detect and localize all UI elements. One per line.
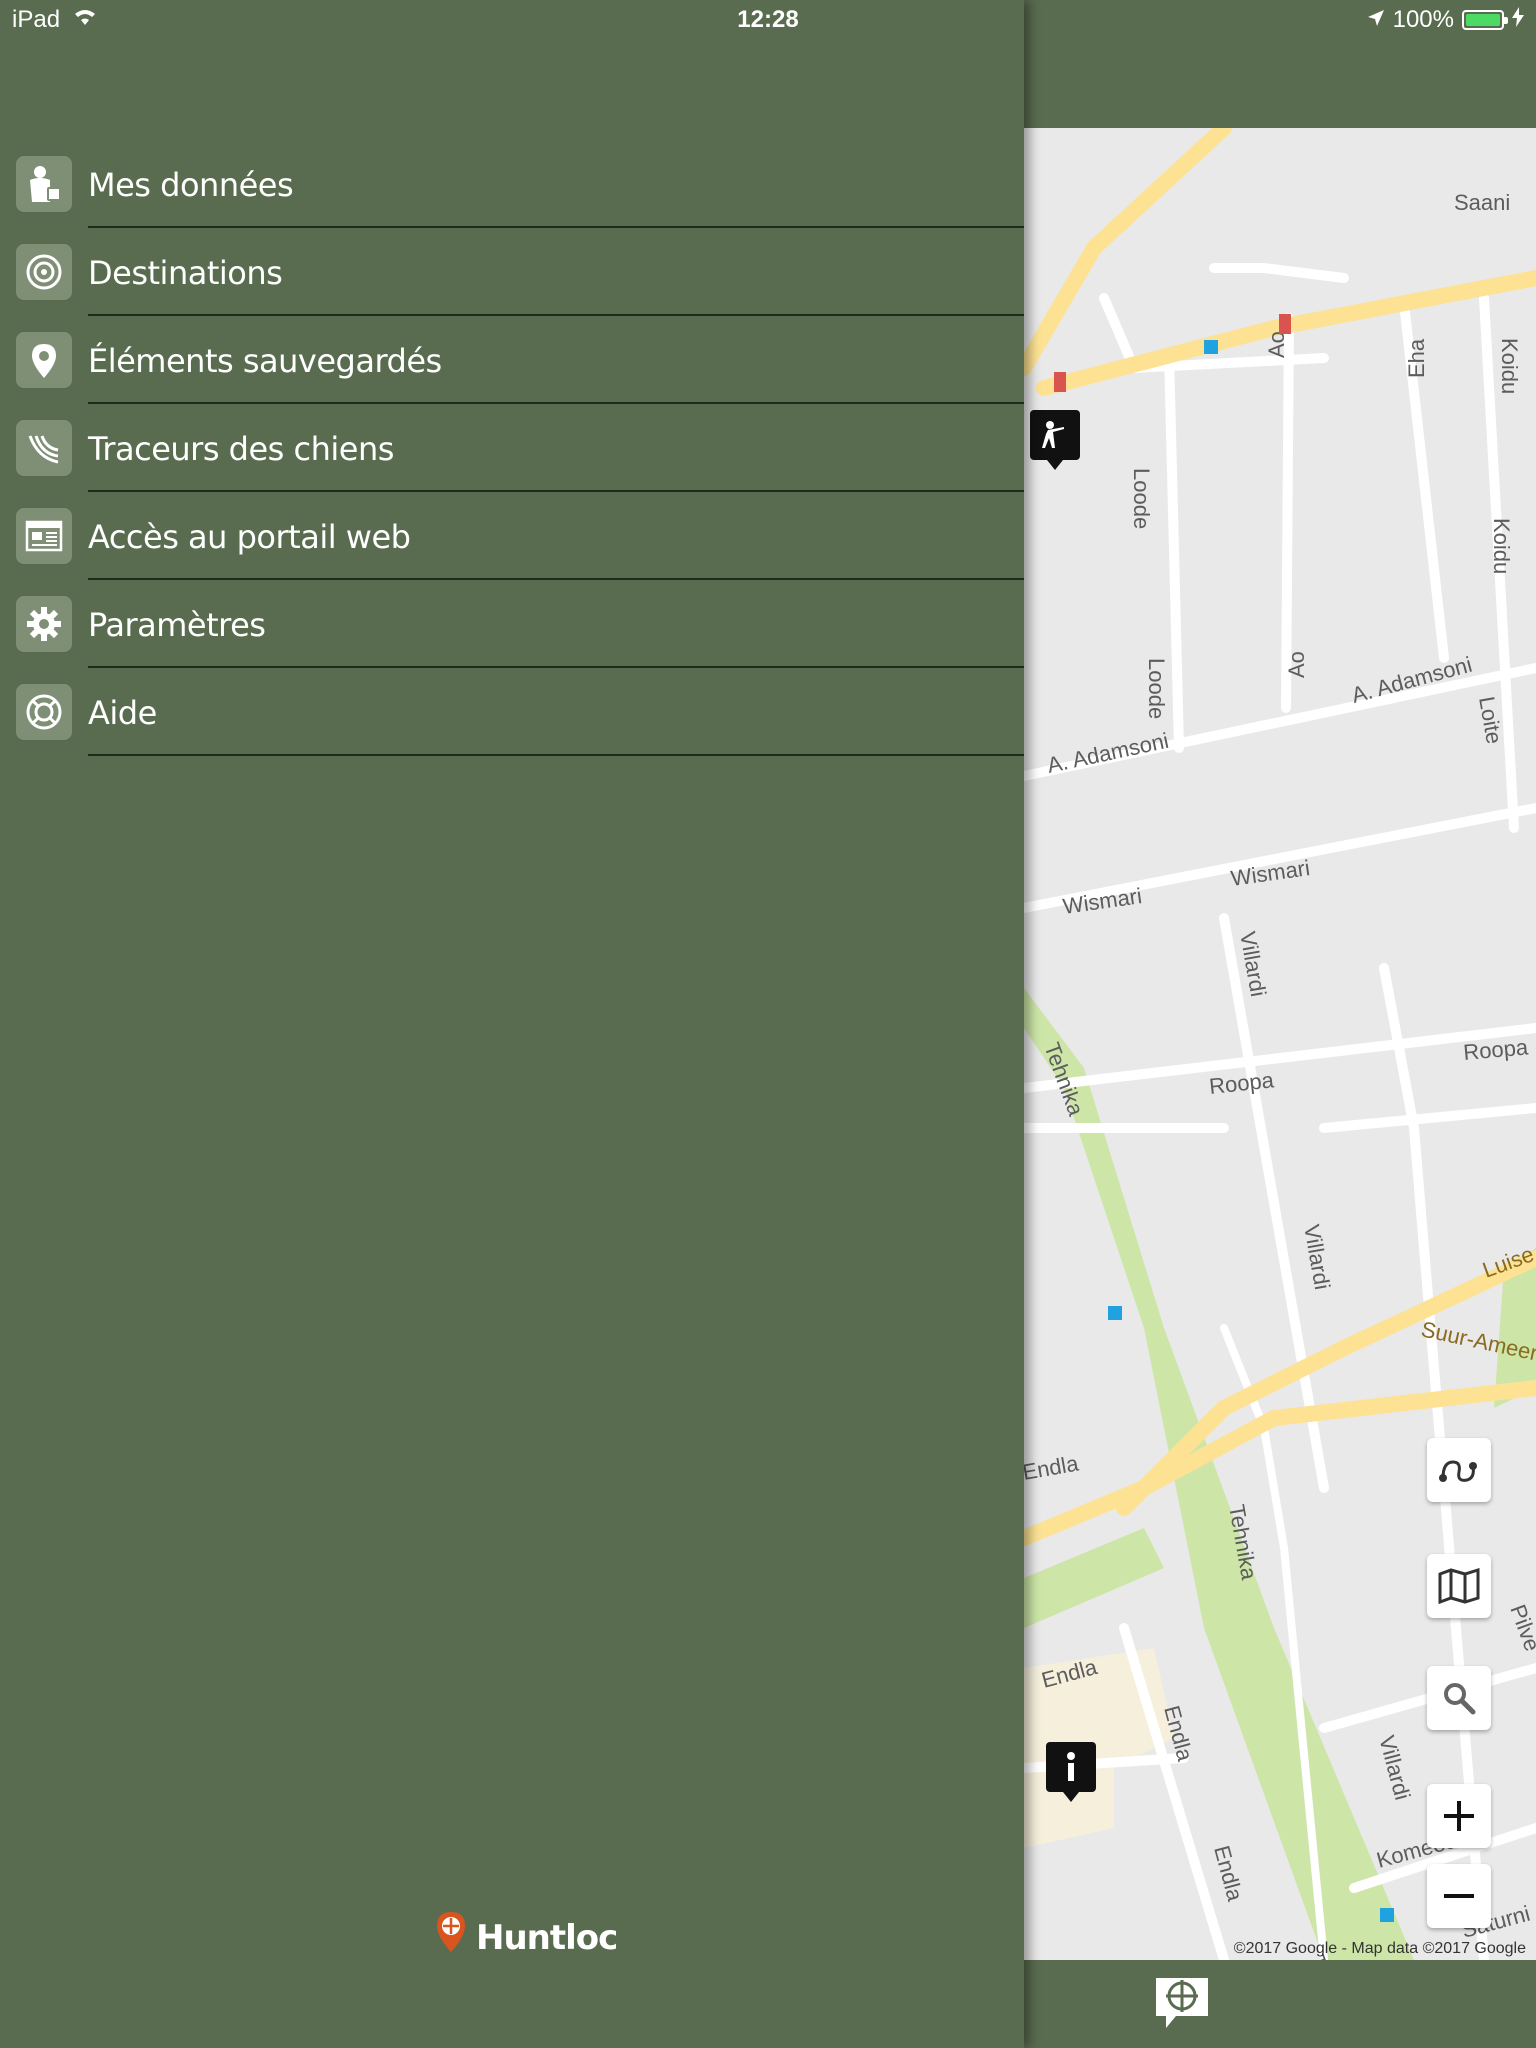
svg-text:Endla: Endla xyxy=(1209,1843,1248,1905)
signal-waves-icon xyxy=(16,420,72,476)
menu-label: Mes données xyxy=(88,166,294,204)
menu-label: Paramètres xyxy=(88,606,266,644)
map-view[interactable]: Saani Loode Ao Eha Koidu Koidu Loode Ao … xyxy=(1024,128,1536,1960)
menu-item-destinations[interactable]: Destinations xyxy=(0,228,1024,316)
drawer-menu: Mes données Destinations Éléments sauveg… xyxy=(0,140,1024,756)
chat-target-icon[interactable] xyxy=(1152,1974,1212,2035)
location-arrow-icon xyxy=(1367,6,1385,34)
menu-item-aide[interactable]: Aide xyxy=(0,668,1024,756)
info-marker-icon[interactable] xyxy=(1046,1742,1096,1802)
svg-text:Roopa: Roopa xyxy=(1208,1067,1276,1099)
battery-percent: 100% xyxy=(1392,6,1454,33)
zoom-out-button[interactable] xyxy=(1427,1864,1491,1928)
plus-icon xyxy=(1444,1801,1474,1831)
svg-text:Ao: Ao xyxy=(1264,331,1289,358)
huntloc-pin-icon xyxy=(434,1910,468,1965)
user-data-icon xyxy=(16,156,72,212)
minus-icon xyxy=(1444,1894,1474,1898)
svg-text:Pilve: Pilve xyxy=(1505,1601,1536,1654)
svg-text:A. Adamsoni: A. Adamsoni xyxy=(1349,652,1475,708)
menu-label: Traceurs des chiens xyxy=(88,430,394,468)
svg-text:Loode: Loode xyxy=(1144,658,1169,719)
location-pin-icon xyxy=(16,332,72,388)
hunter-marker-icon[interactable] xyxy=(1030,410,1080,470)
menu-item-parametres[interactable]: Paramètres xyxy=(0,580,1024,668)
map-bottom-bar xyxy=(1024,1960,1536,2048)
web-portal-icon xyxy=(16,508,72,564)
brand-name: Huntloc xyxy=(476,1917,618,1958)
svg-text:Koidu: Koidu xyxy=(1497,338,1522,394)
svg-text:A. Adamsoni: A. Adamsoni xyxy=(1045,728,1171,778)
brand-logo: Huntloc xyxy=(434,1910,618,1965)
charging-icon xyxy=(1512,6,1524,34)
map-layers-button[interactable] xyxy=(1427,1554,1491,1618)
svg-text:Villardi: Villardi xyxy=(1299,1223,1335,1292)
svg-text:Wismari: Wismari xyxy=(1061,883,1143,919)
menu-item-mes-donnees[interactable]: Mes données xyxy=(0,140,1024,228)
tracks-button[interactable] xyxy=(1427,1438,1491,1502)
trail-icon xyxy=(1439,1460,1477,1482)
status-bar: iPad 12:28 100% xyxy=(0,0,1536,40)
menu-item-acces-portail-web[interactable]: Accès au portail web xyxy=(0,492,1024,580)
gear-icon xyxy=(16,596,72,652)
svg-text:Endla: Endla xyxy=(1024,1450,1081,1485)
side-drawer: Mes données Destinations Éléments sauveg… xyxy=(0,0,1024,2048)
svg-text:Roopa: Roopa xyxy=(1462,1034,1530,1065)
menu-label: Éléments sauvegardés xyxy=(88,342,442,380)
menu-label: Aide xyxy=(88,694,157,732)
lifebuoy-icon xyxy=(16,684,72,740)
svg-text:Koidu: Koidu xyxy=(1489,518,1514,574)
map-search-button[interactable] xyxy=(1427,1666,1491,1730)
svg-text:Saani: Saani xyxy=(1454,190,1510,215)
menu-item-elements-sauvegardes[interactable]: Éléments sauvegardés xyxy=(0,316,1024,404)
battery-icon xyxy=(1462,10,1508,30)
map-copyright: ©2017 Google - Map data ©2017 Google xyxy=(1233,1940,1526,1957)
menu-label: Accès au portail web xyxy=(88,518,411,556)
status-time: 12:28 xyxy=(737,6,799,33)
menu-label: Destinations xyxy=(88,254,283,292)
svg-text:Eha: Eha xyxy=(1404,338,1429,378)
target-icon xyxy=(16,244,72,300)
svg-text:Villardi: Villardi xyxy=(1374,1733,1415,1803)
divider xyxy=(88,754,1024,756)
folded-map-icon xyxy=(1438,1568,1480,1604)
search-icon xyxy=(1444,1683,1476,1715)
menu-item-traceurs-des-chiens[interactable]: Traceurs des chiens xyxy=(0,404,1024,492)
svg-text:Loode: Loode xyxy=(1129,468,1154,529)
svg-text:Ao: Ao xyxy=(1284,651,1309,678)
zoom-in-button[interactable] xyxy=(1427,1784,1491,1848)
